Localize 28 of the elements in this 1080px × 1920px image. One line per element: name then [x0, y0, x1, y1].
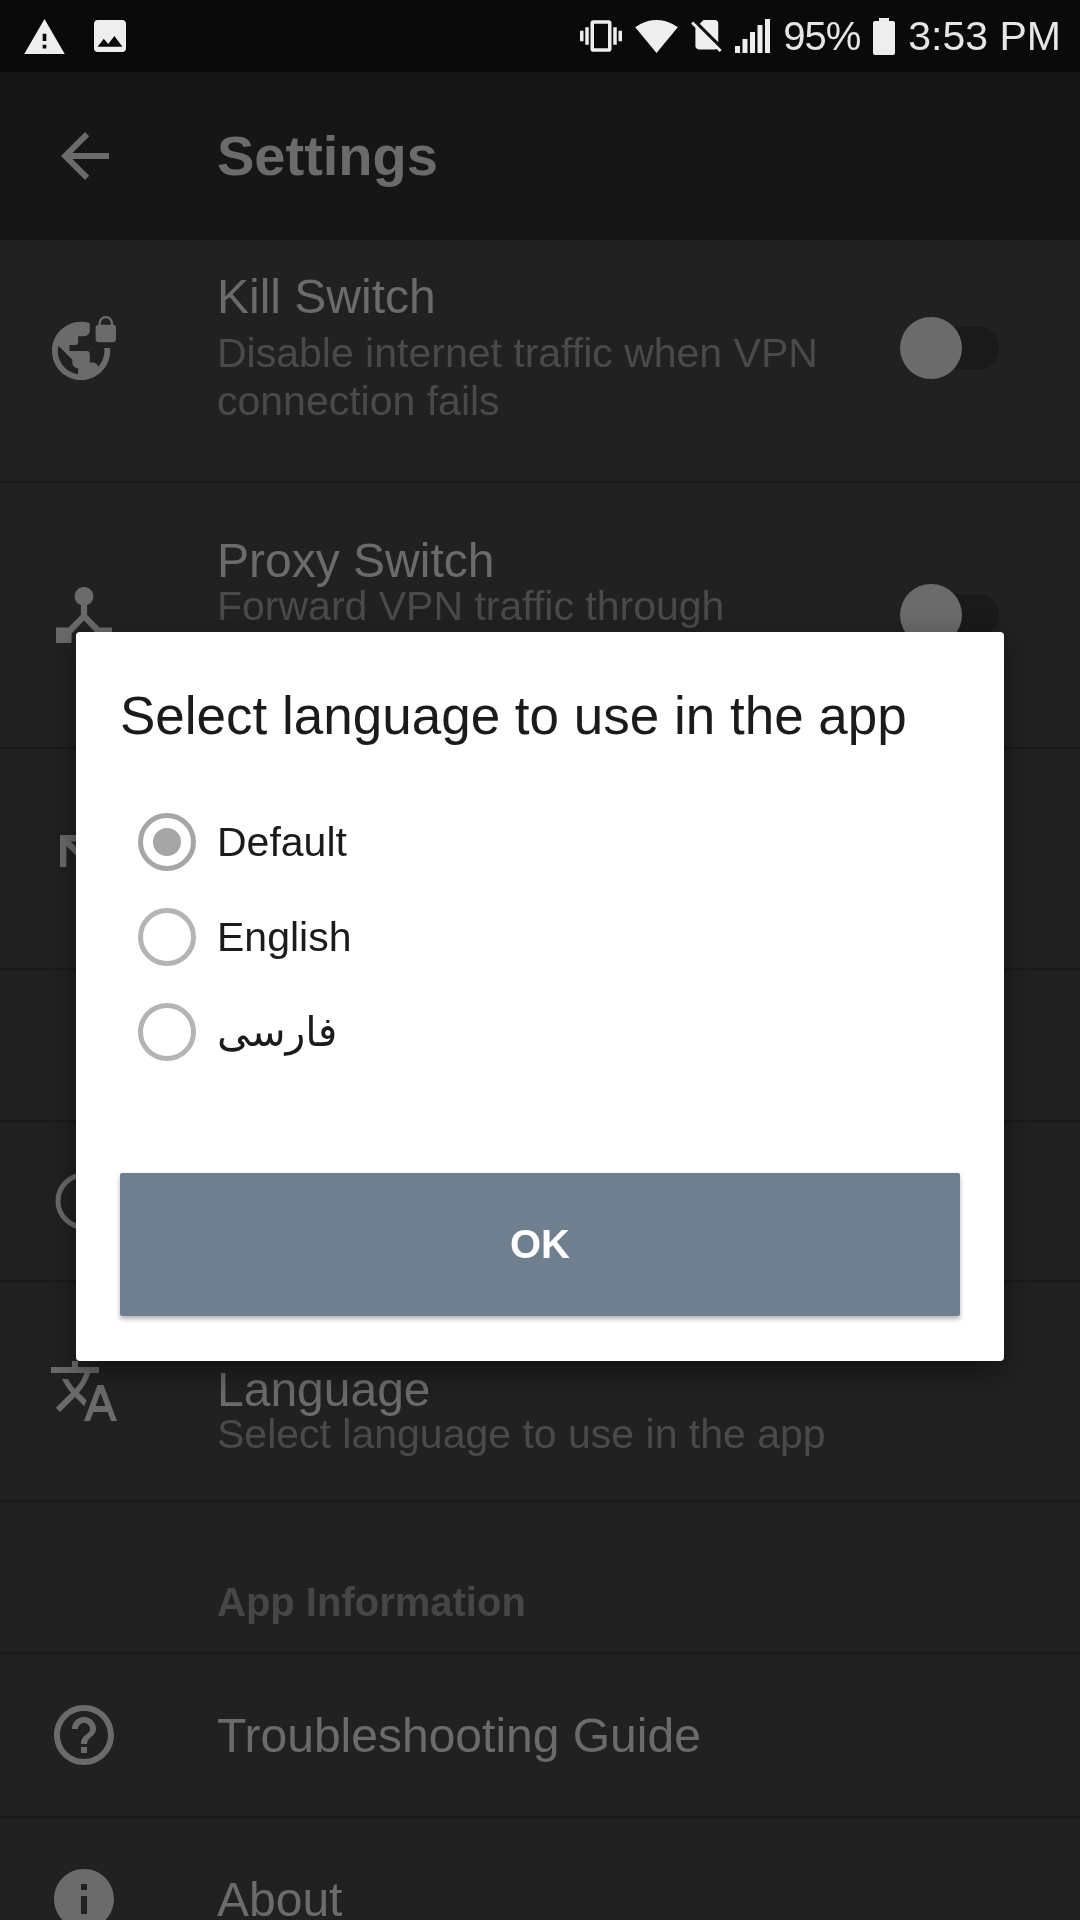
- ok-button[interactable]: OK: [120, 1172, 960, 1316]
- battery-percent: 95%: [783, 13, 861, 60]
- toggle-switch[interactable]: [900, 317, 999, 379]
- help-icon: [54, 1705, 114, 1765]
- wifi-icon: [635, 19, 679, 53]
- vibrate-icon: [580, 20, 623, 52]
- page-title: Settings: [217, 124, 438, 188]
- option-label[interactable]: Default: [217, 817, 347, 867]
- setting-title[interactable]: Troubleshooting Guide: [217, 1712, 701, 1760]
- translate-icon: [51, 1361, 117, 1421]
- back-arrow-icon[interactable]: [61, 132, 109, 180]
- radio-button[interactable]: [138, 813, 196, 871]
- clock-time: 3:53 PM: [908, 12, 1061, 60]
- battery-icon: [873, 17, 896, 55]
- option-label[interactable]: English: [217, 912, 352, 962]
- dialog-title: Select language to use in the app: [120, 684, 907, 747]
- radio-button[interactable]: [138, 908, 196, 966]
- setting-title: Kill Switch: [217, 273, 436, 321]
- picture-icon: [94, 20, 126, 52]
- sim-off-icon: [691, 20, 723, 52]
- radio-button[interactable]: [138, 1003, 196, 1061]
- info-icon: [54, 1869, 114, 1920]
- setting-title[interactable]: About: [217, 1876, 343, 1920]
- signal-icon: [735, 19, 771, 53]
- warning-icon: [24, 18, 65, 54]
- option-label[interactable]: فارسی: [217, 1007, 338, 1057]
- globe-lock-icon: [52, 316, 116, 380]
- setting-title: Proxy Switch: [217, 537, 495, 585]
